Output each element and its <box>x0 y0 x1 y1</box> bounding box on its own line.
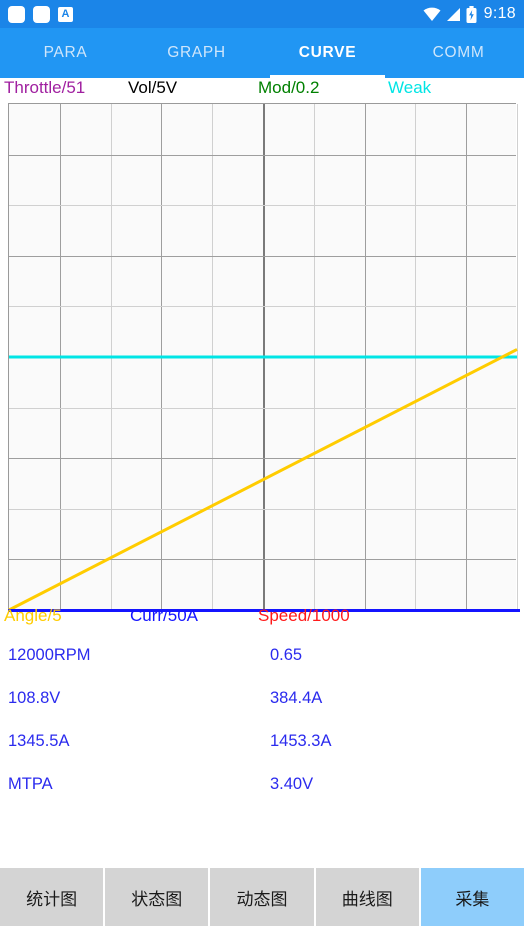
wifi-icon <box>423 7 441 21</box>
tab-comm[interactable]: COMM <box>393 28 524 78</box>
legend-item-speed: Speed/1000 <box>258 606 350 625</box>
signal-icon <box>446 7 460 21</box>
legend-item-angle: Angle/5 <box>4 606 62 625</box>
chart-legend-bottom: Angle/5 Curr/50A Speed/1000 <box>0 606 524 630</box>
chart-series-layer <box>8 348 518 612</box>
button-status-chart[interactable]: 状态图 <box>105 868 209 926</box>
bottom-button-bar: 统计图 状态图 动态图 曲线图 采集 <box>0 868 524 930</box>
legend-item-throttle: Throttle/51 <box>4 78 86 97</box>
tab-curve[interactable]: CURVE <box>262 28 393 78</box>
curve-chart: Throttle/51 Vol/5V Mod/0.2 Weak Angle/5 … <box>0 78 524 632</box>
button-curve-chart[interactable]: 曲线图 <box>315 868 419 926</box>
readout-speed: 12000RPM <box>8 646 91 664</box>
chart-plot-area <box>8 103 518 612</box>
readout-current-a: 384.4A <box>270 689 323 707</box>
readout-current-b: 1345.5A <box>8 732 70 750</box>
notification-square-icon <box>33 5 50 23</box>
series-line-angle <box>8 348 518 612</box>
status-bar-clock: 9:18 <box>483 5 516 22</box>
tab-para[interactable]: PARA <box>0 28 131 78</box>
readout-row: 12000RPM 0.65 <box>0 646 524 689</box>
readout-ratio: 0.65 <box>270 646 303 664</box>
readout-row: 108.8V 384.4A <box>0 689 524 732</box>
chart-legend-top: Throttle/51 Vol/5V Mod/0.2 Weak <box>0 78 524 102</box>
legend-item-mod: Mod/0.2 <box>258 78 320 97</box>
readout-row: MTPA 3.40V <box>0 775 524 818</box>
notification-square-icon <box>8 5 25 23</box>
button-dynamic-chart[interactable]: 动态图 <box>210 868 314 926</box>
tab-bar: PARA GRAPH CURVE COMM <box>0 28 524 78</box>
button-statistics-chart[interactable]: 统计图 <box>0 868 104 926</box>
keyboard-badge-icon: A <box>58 6 73 22</box>
readout-voltage-b: 3.40V <box>270 775 314 793</box>
readout-current-c: 1453.3A <box>270 732 332 750</box>
tab-graph[interactable]: GRAPH <box>131 28 262 78</box>
readout-mode: MTPA <box>8 775 53 793</box>
battery-charging-icon <box>466 5 477 23</box>
button-collect[interactable]: 采集 <box>420 868 524 926</box>
readout-row: 1345.5A 1453.3A <box>0 732 524 775</box>
status-bar-notifications: A <box>8 5 73 23</box>
gridline-vertical <box>517 104 518 609</box>
status-bar-system-icons: 9:18 <box>423 5 516 23</box>
readout-panel: 12000RPM 0.65 108.8V 384.4A 1345.5A 1453… <box>0 632 524 810</box>
status-bar: A 9:18 <box>0 0 524 28</box>
readout-voltage: 108.8V <box>8 689 61 707</box>
legend-item-voltage: Vol/5V <box>128 78 178 97</box>
legend-item-weak: Weak <box>388 78 432 97</box>
legend-item-current: Curr/50A <box>130 606 199 625</box>
